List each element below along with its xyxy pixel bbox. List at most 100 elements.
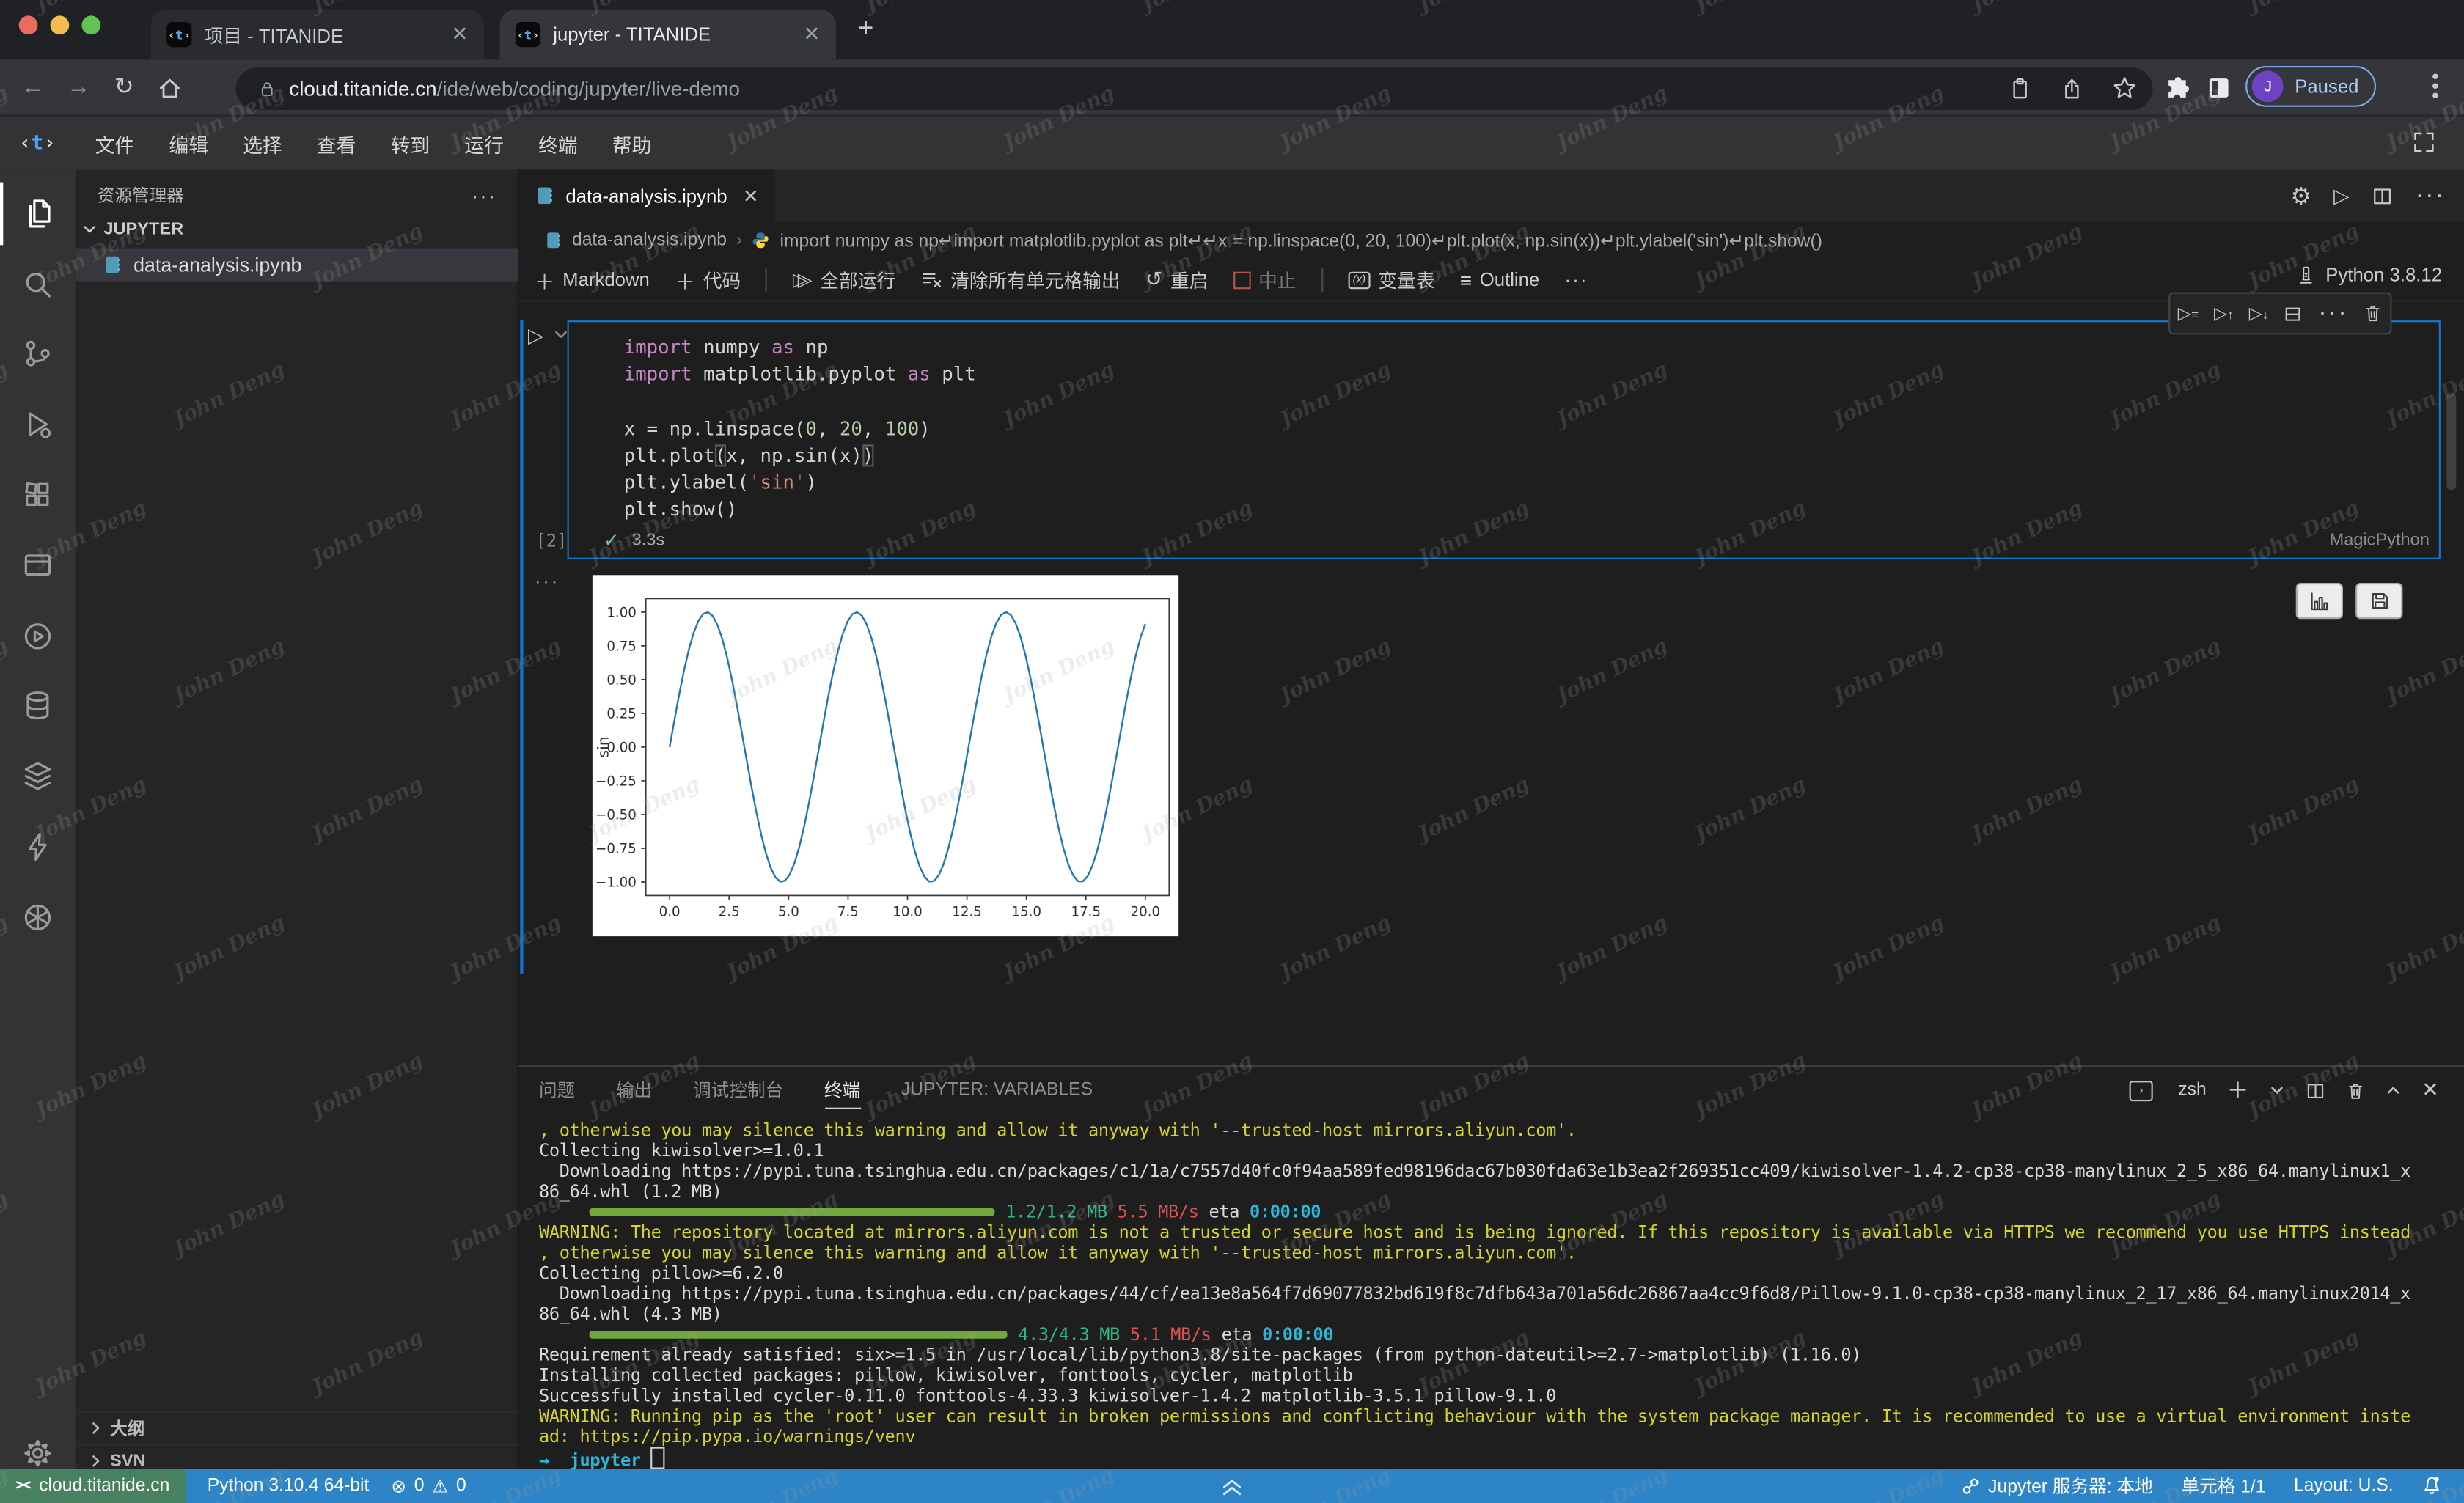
- run-icon[interactable]: ▷: [2333, 183, 2349, 208]
- problems-status[interactable]: ⊗0 ⚠0: [391, 1475, 466, 1497]
- tab-debug-console[interactable]: 调试控制台: [693, 1068, 783, 1112]
- macos-close-icon[interactable]: [19, 15, 38, 34]
- menu-item[interactable]: 选择: [226, 128, 300, 158]
- database-icon[interactable]: [0, 674, 76, 737]
- tab-terminal[interactable]: 终端: [824, 1068, 860, 1112]
- delete-cell-icon[interactable]: [2364, 304, 2383, 324]
- browser-tab-project[interactable]: ‹t› 项目 - TITANIDE ✕: [151, 10, 484, 60]
- chevron-down-icon: [81, 221, 97, 237]
- add-markdown-button[interactable]: ＋Markdown: [535, 265, 650, 295]
- editor-tab-notebook[interactable]: data-analysis.ipynb ✕: [518, 169, 774, 221]
- cell-code-editor[interactable]: import numpy as npimport matplotlib.pypl…: [624, 334, 976, 523]
- variables-button[interactable]: (x) 变量表: [1348, 266, 1434, 293]
- run-all-button[interactable]: ▷▷ 全部运行: [793, 266, 895, 293]
- extensions-icon[interactable]: [0, 463, 76, 526]
- sidebar-more-icon[interactable]: ···: [472, 183, 496, 207]
- home-icon[interactable]: [155, 74, 184, 103]
- split-terminal-icon[interactable]: [2306, 1080, 2326, 1100]
- python-interpreter-status[interactable]: Python 3.10.4 64-bit: [208, 1477, 370, 1496]
- cell-more-icon[interactable]: ···: [2318, 299, 2348, 328]
- menu-item[interactable]: 文件: [78, 128, 152, 158]
- extensions-puzzle-icon[interactable]: [2166, 76, 2190, 100]
- source-control-icon[interactable]: [0, 322, 76, 385]
- forward-icon[interactable]: →: [65, 74, 93, 103]
- share-icon[interactable]: [2060, 76, 2083, 100]
- sidebar-item-notebook[interactable]: data-analysis.ipynb: [76, 249, 518, 282]
- bookmark-star-icon[interactable]: [2112, 76, 2137, 100]
- editor-scrollbar-thumb[interactable]: [2446, 393, 2456, 490]
- menu-item[interactable]: 转到: [373, 128, 447, 158]
- kubernetes-icon[interactable]: [0, 886, 76, 949]
- add-code-button[interactable]: ＋代码: [675, 265, 741, 295]
- kill-terminal-icon[interactable]: [2346, 1080, 2365, 1100]
- tab-jupyter-variables[interactable]: JUPYTER: VARIABLES: [901, 1071, 1093, 1109]
- jupyter-server-status[interactable]: Jupyter 服务器: 本地: [1962, 1474, 2153, 1499]
- terminal-output[interactable]: , otherwise you may silence this warning…: [539, 1120, 2449, 1471]
- restart-button[interactable]: ↺ 重启: [1145, 266, 1209, 293]
- browser-profile-button[interactable]: J Paused: [2246, 66, 2376, 107]
- menu-item[interactable]: 编辑: [152, 128, 226, 158]
- execute-cell-and-below-icon[interactable]: ▷≡: [2178, 304, 2199, 324]
- fullscreen-icon[interactable]: [2412, 131, 2435, 154]
- remote-window-icon[interactable]: [0, 534, 76, 598]
- tab-output[interactable]: 输出: [616, 1068, 652, 1112]
- gear-icon[interactable]: ⚙: [2290, 182, 2311, 210]
- save-output-button[interactable]: [2355, 583, 2402, 619]
- menu-item[interactable]: 运行: [447, 128, 521, 158]
- output-options-icon[interactable]: ···: [535, 569, 560, 592]
- sidebar-section-outline[interactable]: 大纲: [76, 1411, 518, 1444]
- menu-item[interactable]: 终端: [521, 128, 595, 158]
- split-editor-icon[interactable]: [2372, 185, 2394, 207]
- execute-above-icon[interactable]: ▷↑: [2214, 304, 2234, 324]
- run-cell-icon[interactable]: ▷: [528, 323, 543, 348]
- close-panel-icon[interactable]: ✕: [2421, 1078, 2438, 1103]
- new-terminal-icon[interactable]: ＋: [2227, 1075, 2249, 1106]
- more-actions-icon[interactable]: ···: [2416, 182, 2446, 210]
- macos-minimize-icon[interactable]: [51, 15, 70, 34]
- explorer-icon[interactable]: [0, 183, 76, 246]
- copy-link-icon[interactable]: [2009, 76, 2032, 100]
- browser-menu-icon[interactable]: •••: [2432, 73, 2439, 101]
- macos-zoom-icon[interactable]: [81, 15, 100, 34]
- tab-close-icon[interactable]: ✕: [803, 22, 820, 47]
- run-debug-icon[interactable]: [0, 393, 76, 456]
- remote-indicator[interactable]: >< cloud.titanide.cn: [0, 1469, 186, 1503]
- tab-close-icon[interactable]: ✕: [451, 22, 468, 47]
- search-icon[interactable]: [0, 253, 76, 316]
- bottom-panel: 问题 输出 调试控制台 终端 JUPYTER: VARIABLES › zsh …: [518, 1065, 2464, 1469]
- new-tab-button[interactable]: +: [858, 12, 873, 44]
- plus-icon: ＋: [535, 265, 555, 295]
- tab-problems[interactable]: 问题: [539, 1068, 575, 1112]
- sidebar-section-jupyter[interactable]: JUPYTER: [81, 220, 183, 239]
- clear-outputs-button[interactable]: 清除所有单元格输出: [920, 266, 1120, 293]
- menu-item[interactable]: 查看: [299, 128, 373, 158]
- cell-language-picker[interactable]: MagicPython: [2168, 531, 2430, 550]
- reload-icon[interactable]: ↻: [110, 74, 139, 103]
- menu-item[interactable]: 帮助: [595, 128, 669, 158]
- cell-indicator-status[interactable]: 单元格 1/1: [2181, 1474, 2265, 1499]
- toolbar-more-icon[interactable]: ···: [1565, 268, 1588, 290]
- expand-dock-chevron-icon[interactable]: [1220, 1475, 1244, 1497]
- back-icon[interactable]: ←: [19, 74, 48, 103]
- breadcrumb-file[interactable]: data-analysis.ipynb: [572, 231, 727, 250]
- outline-button[interactable]: ≡ Outline: [1460, 268, 1539, 291]
- shell-label[interactable]: zsh: [2178, 1081, 2206, 1100]
- layers-icon[interactable]: [0, 745, 76, 808]
- execute-below-icon[interactable]: ▷↓: [2249, 304, 2269, 324]
- tab-close-icon[interactable]: ✕: [743, 185, 759, 207]
- run-circle-icon[interactable]: [0, 605, 76, 668]
- change-presentation-button[interactable]: [2296, 583, 2343, 619]
- interrupt-button[interactable]: 中止: [1233, 266, 1297, 293]
- split-cell-icon[interactable]: [2284, 304, 2303, 323]
- kernel-picker[interactable]: Python 3.8.12: [2296, 264, 2442, 286]
- browser-tab-jupyter[interactable]: ‹t› jupyter - TITANIDE ✕: [499, 10, 836, 60]
- notifications-bell-icon[interactable]: [2421, 1476, 2442, 1496]
- maximize-panel-chevron-icon[interactable]: [2386, 1082, 2401, 1098]
- address-bar[interactable]: cloud.titanide.cn/ide/web/coding/jupyter…: [235, 67, 2152, 109]
- side-panel-icon[interactable]: [2207, 76, 2232, 100]
- breadcrumb-cell-summary[interactable]: import numpy as np↵import matplotlib.pyp…: [780, 229, 1822, 251]
- terminal-dropdown-chevron-icon[interactable]: [2269, 1082, 2284, 1098]
- collapse-cell-chevron-icon[interactable]: [553, 327, 568, 342]
- keyboard-layout-status[interactable]: Layout: U.S.: [2294, 1477, 2394, 1496]
- zap-icon[interactable]: [0, 815, 76, 878]
